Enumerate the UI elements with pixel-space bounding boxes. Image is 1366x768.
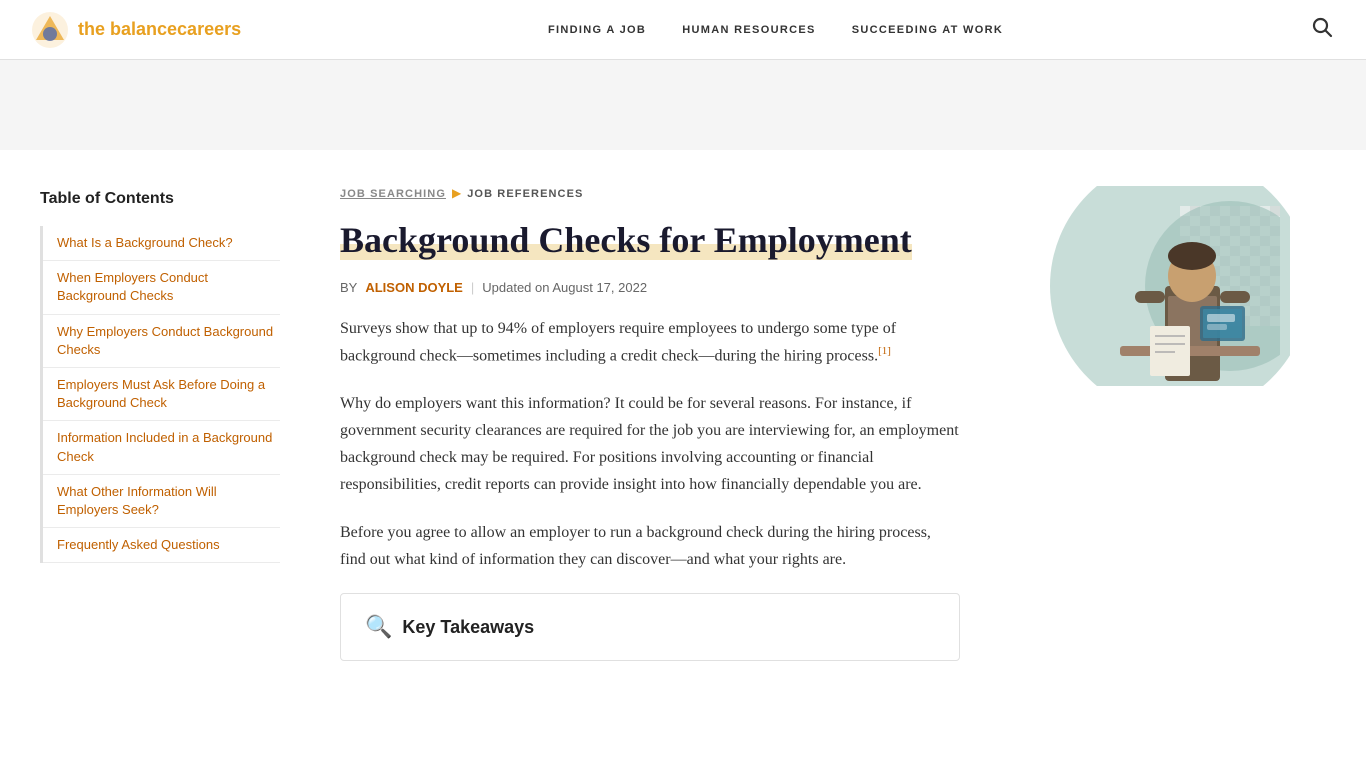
author-link[interactable]: ALISON DOYLE <box>365 280 463 295</box>
author-divider: | <box>471 280 474 295</box>
updated-date: Updated on August 17, 2022 <box>482 280 647 295</box>
toc-link-other[interactable]: What Other Information Will Employers Se… <box>57 483 280 519</box>
toc-item: What Is a Background Check? <box>43 226 280 261</box>
toc-item: Information Included in a Background Che… <box>43 421 280 474</box>
body-paragraph-1: Surveys show that up to 94% of employers… <box>340 315 960 370</box>
takeaways-title: Key Takeaways <box>402 617 534 638</box>
toc-item: Frequently Asked Questions <box>43 528 280 563</box>
article-body: Surveys show that up to 94% of employers… <box>340 315 960 573</box>
logo[interactable]: the balancecareers <box>32 12 241 48</box>
toc-link-info[interactable]: Information Included in a Background Che… <box>57 429 280 465</box>
article-image <box>1000 186 1290 386</box>
toc-item: Employers Must Ask Before Doing a Backgr… <box>43 368 280 421</box>
toc-item: What Other Information Will Employers Se… <box>43 475 280 528</box>
author-line: BY ALISON DOYLE | Updated on August 17, … <box>340 280 960 295</box>
toc-link-faq[interactable]: Frequently Asked Questions <box>57 536 280 554</box>
toc-link-ask[interactable]: Employers Must Ask Before Doing a Backgr… <box>57 376 280 412</box>
toc-link-why[interactable]: Why Employers Conduct Background Checks <box>57 323 280 359</box>
logo-text: the balancecareers <box>78 19 241 40</box>
breadcrumb: JOB SEARCHING ▶ JOB REFERENCES <box>340 186 960 201</box>
main-nav: FINDING A JOB HUMAN RESOURCES SUCCEEDING… <box>548 24 1003 36</box>
breadcrumb-arrow: ▶ <box>452 186 461 201</box>
ad-banner <box>0 60 1366 150</box>
nav-succeeding-at-work[interactable]: SUCCEEDING AT WORK <box>852 24 1003 36</box>
breadcrumb-job-references: JOB REFERENCES <box>467 188 583 200</box>
article-main: JOB SEARCHING ▶ JOB REFERENCES Backgroun… <box>300 150 1000 701</box>
magnify-icon: 🔍 <box>365 614 392 640</box>
page-body: Table of Contents What Is a Background C… <box>0 150 1366 701</box>
key-takeaways-box: 🔍 Key Takeaways <box>340 593 960 661</box>
toc-link-when[interactable]: When Employers Conduct Background Checks <box>57 269 280 305</box>
toc-link-what[interactable]: What Is a Background Check? <box>57 234 280 252</box>
article-title-wrapper: Background Checks for Employment <box>340 219 960 262</box>
sidebar-toc: Table of Contents What Is a Background C… <box>0 150 300 701</box>
toc-title: Table of Contents <box>40 190 280 208</box>
body-paragraph-3: Before you agree to allow an employer to… <box>340 519 960 573</box>
article-title: Background Checks for Employment <box>340 220 912 260</box>
author-label: BY <box>340 280 357 295</box>
logo-icon <box>32 12 68 48</box>
takeaways-header: 🔍 Key Takeaways <box>365 614 935 640</box>
search-button[interactable] <box>1310 15 1334 45</box>
search-icon <box>1310 15 1334 39</box>
body-paragraph-2: Why do employers want this information? … <box>340 390 960 499</box>
site-header: the balancecareers FINDING A JOB HUMAN R… <box>0 0 1366 60</box>
right-panel <box>1000 150 1320 701</box>
toc-item: When Employers Conduct Background Checks <box>43 261 280 314</box>
footnote-1: [1] <box>878 345 891 357</box>
nav-finding-a-job[interactable]: FINDING A JOB <box>548 24 646 36</box>
nav-human-resources[interactable]: HUMAN RESOURCES <box>682 24 815 36</box>
breadcrumb-job-searching[interactable]: JOB SEARCHING <box>340 188 446 200</box>
toc-list: What Is a Background Check? When Employe… <box>40 226 280 563</box>
article-illustration <box>1100 196 1280 386</box>
toc-item: Why Employers Conduct Background Checks <box>43 315 280 368</box>
